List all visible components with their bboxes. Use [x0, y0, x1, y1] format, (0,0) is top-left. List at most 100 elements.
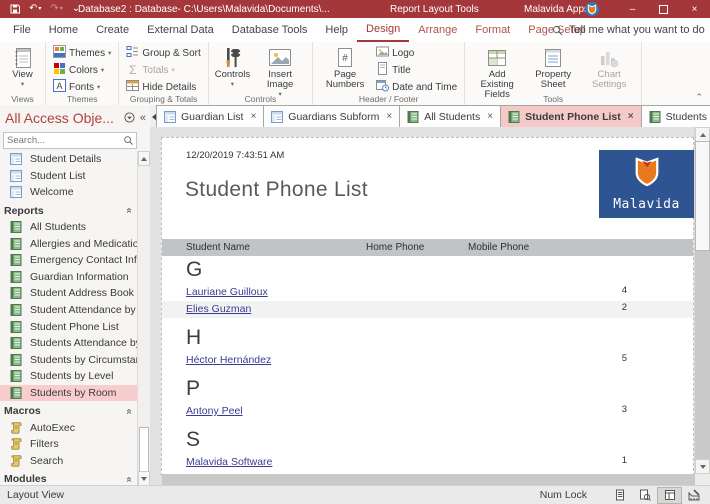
insert-image-button[interactable]: Insert Image ▾: [252, 44, 308, 101]
view-button[interactable]: View ▾: [4, 44, 41, 91]
student-name-link[interactable]: Héctor Hernández: [186, 354, 271, 366]
tell-me-box[interactable]: Tell me what you want to do: [552, 18, 705, 42]
nav-search-box[interactable]: [3, 132, 137, 149]
ribbon-tab-create[interactable]: Create: [87, 18, 138, 42]
themes-button[interactable]: Themes ▾: [50, 45, 114, 61]
minimize-button[interactable]: –: [617, 0, 648, 18]
nav-scrollbar[interactable]: [137, 151, 150, 486]
ribbon-tab-design[interactable]: Design: [357, 18, 409, 42]
column-header-row[interactable]: Student Name Home Phone Mobile Phone: [162, 239, 693, 256]
date-and-time-button[interactable]: Date and Time: [373, 79, 460, 95]
nav-item-student-details[interactable]: Student Details: [0, 151, 138, 168]
nav-item-student-address-book[interactable]: Student Address Book: [0, 285, 138, 302]
ribbon-tab-file[interactable]: File: [4, 18, 40, 42]
report-row[interactable]: Lauriane Guilloux4: [162, 284, 693, 301]
doc-tab-guardians-subform[interactable]: Guardians Subform×: [263, 105, 400, 127]
shutter-bar-icon[interactable]: «: [140, 112, 146, 124]
search-input[interactable]: [4, 135, 123, 146]
totals-button[interactable]: Σ Totals ▾: [123, 62, 203, 78]
ribbon-tab-home[interactable]: Home: [40, 18, 87, 42]
doc-tab-guardian-list[interactable]: Guardian List×: [156, 105, 264, 127]
report-row[interactable]: Antony Peel3: [162, 403, 693, 420]
fonts-button[interactable]: A Fonts ▾: [50, 79, 114, 95]
nav-item-filters[interactable]: Filters: [0, 436, 138, 453]
account-name[interactable]: Malavida Apps: [524, 4, 589, 15]
restore-button[interactable]: [648, 0, 679, 18]
print-preview-button[interactable]: [632, 487, 657, 504]
close-icon[interactable]: ×: [487, 111, 493, 122]
column-home-phone[interactable]: Home Phone: [366, 242, 424, 253]
ribbon-tab-help[interactable]: Help: [316, 18, 357, 42]
nav-section-macros[interactable]: Macros«: [0, 403, 138, 419]
scroll-up-icon[interactable]: [695, 127, 710, 142]
vertical-scrollbar[interactable]: [694, 127, 710, 474]
nav-item-guardian-information[interactable]: Guardian Information: [0, 269, 138, 286]
close-button[interactable]: ×: [679, 0, 710, 18]
nav-item-all-students[interactable]: All Students: [0, 219, 138, 236]
scroll-down-icon[interactable]: [695, 459, 710, 474]
ribbon-tab-arrange[interactable]: Arrange: [409, 18, 466, 42]
nav-item-emergency-contact-inform[interactable]: Emergency Contact Inform...: [0, 252, 138, 269]
student-name-link[interactable]: Lauriane Guilloux: [186, 286, 268, 298]
scroll-thumb[interactable]: [695, 141, 710, 251]
undo-button[interactable]: ↶ ▾: [29, 4, 41, 14]
redo-button[interactable]: ↷ ▾: [50, 4, 62, 14]
title-button[interactable]: Title: [373, 62, 460, 78]
hide-details-button[interactable]: Hide Details: [123, 79, 203, 95]
add-existing-fields-button[interactable]: Add Existing Fields: [469, 44, 525, 101]
nav-item-autoexec[interactable]: AutoExec: [0, 419, 138, 436]
nav-item-student-attendance-by-da[interactable]: Student Attendance by Da...: [0, 302, 138, 319]
property-sheet-button[interactable]: Property Sheet: [525, 44, 581, 91]
close-icon[interactable]: ×: [250, 111, 256, 122]
student-name-link[interactable]: Antony Peel: [186, 405, 243, 417]
close-icon[interactable]: ×: [628, 111, 634, 122]
report-row[interactable]: Héctor Hernández5: [162, 352, 693, 369]
controls-button[interactable]: Controls ▾: [213, 44, 252, 91]
scroll-thumb[interactable]: [139, 427, 149, 475]
report-view-button[interactable]: [607, 487, 632, 504]
doc-tab-student-phone-list[interactable]: Student Phone List×: [500, 105, 642, 127]
column-mobile-phone[interactable]: Mobile Phone: [468, 242, 529, 253]
collapse-section-icon[interactable]: «: [124, 208, 135, 214]
design-view-button[interactable]: [682, 487, 707, 504]
nav-item-students-by-room[interactable]: Students by Room: [0, 385, 138, 402]
avatar[interactable]: [585, 2, 599, 16]
scroll-down-icon[interactable]: [138, 471, 150, 486]
search-icon[interactable]: [123, 135, 134, 146]
nav-item-search[interactable]: Search: [0, 453, 138, 470]
close-icon[interactable]: ×: [386, 111, 392, 122]
ribbon-tab-database-tools[interactable]: Database Tools: [223, 18, 317, 42]
nav-item-students-by-circumstance[interactable]: Students by Circumstance: [0, 352, 138, 369]
report-page[interactable]: 12/20/2019 7:43:51 AM Student Phone List…: [161, 137, 694, 476]
doc-tab-all-students[interactable]: All Students×: [399, 105, 501, 127]
report-logo[interactable]: Malavida: [599, 150, 694, 218]
chart-settings-button[interactable]: Chart Settings: [581, 44, 637, 91]
doc-tab-students-by-room[interactable]: Students by Room×: [641, 105, 710, 127]
collapse-ribbon-icon[interactable]: ⌃: [695, 92, 703, 103]
menu-circle-icon[interactable]: [124, 112, 135, 123]
nav-item-student-list[interactable]: Student List: [0, 168, 138, 185]
report-datetime[interactable]: 12/20/2019 7:43:51 AM: [186, 150, 284, 161]
nav-item-students-by-level[interactable]: Students by Level: [0, 368, 138, 385]
logo-button[interactable]: Logo: [373, 45, 460, 61]
student-name-link[interactable]: Malavida Software: [186, 456, 272, 468]
ribbon-tab-external-data[interactable]: External Data: [138, 18, 223, 42]
ribbon-tab-format[interactable]: Format: [466, 18, 519, 42]
scroll-up-icon[interactable]: [138, 151, 150, 166]
collapse-section-icon[interactable]: «: [124, 409, 135, 415]
report-title[interactable]: Student Phone List: [185, 178, 368, 202]
report-row[interactable]: Malavida Software1: [162, 454, 693, 471]
collapse-section-icon[interactable]: «: [124, 476, 135, 482]
colors-button[interactable]: Colors ▾: [50, 62, 114, 78]
column-student-name[interactable]: Student Name: [186, 242, 250, 253]
save-icon[interactable]: [10, 4, 20, 14]
nav-section-reports[interactable]: Reports«: [0, 203, 138, 219]
report-row[interactable]: Elies Guzman2: [162, 301, 693, 318]
group-and-sort-button[interactable]: Group & Sort: [123, 45, 203, 61]
nav-item-students-attendance-by-d[interactable]: Students Attendance by D...: [0, 335, 138, 352]
nav-item-student-phone-list[interactable]: Student Phone List: [0, 318, 138, 335]
nav-item-allergies-and-medications[interactable]: Allergies and Medications: [0, 235, 138, 252]
layout-view-button[interactable]: [657, 487, 682, 504]
nav-section-modules[interactable]: Modules«: [0, 471, 138, 486]
page-numbers-button[interactable]: # Page Numbers: [317, 44, 373, 91]
